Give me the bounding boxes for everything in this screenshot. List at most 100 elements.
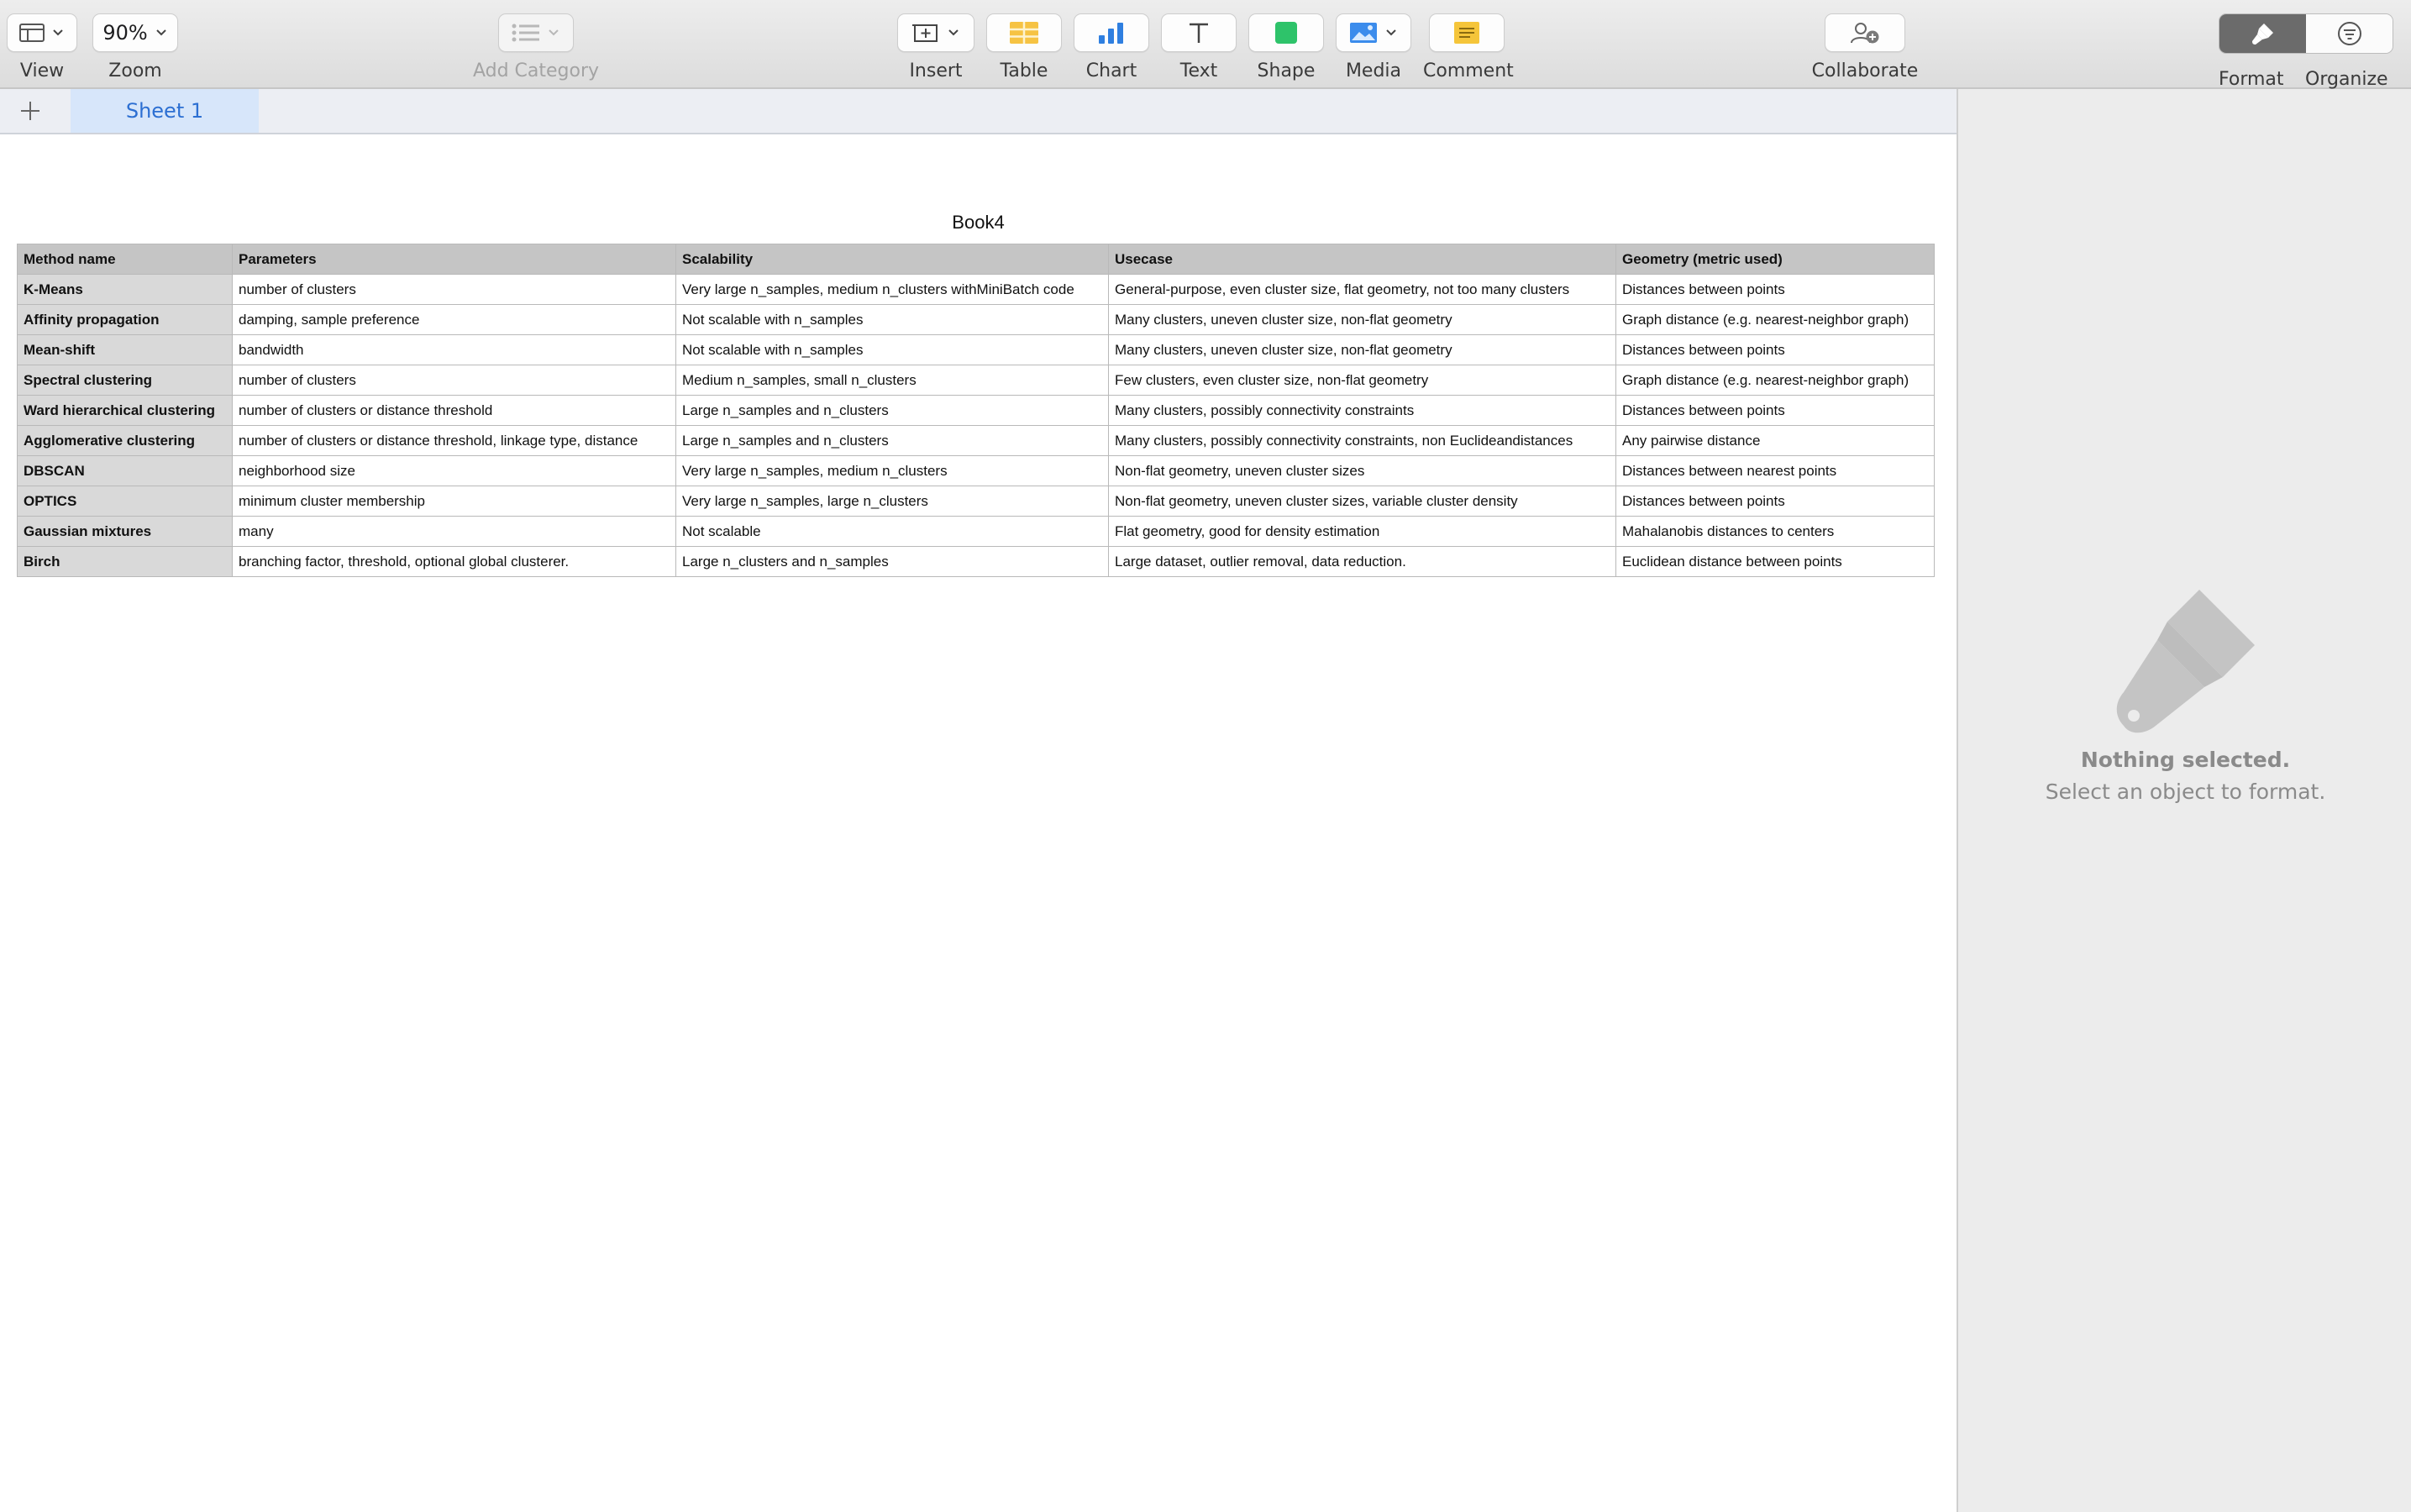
media-button[interactable] [1336,13,1411,52]
format-tab-button[interactable] [2219,14,2306,53]
table-cell[interactable]: Large n_samples and n_clusters [675,425,1109,456]
sheet-tab-bar: Sheet 1 [0,89,1957,134]
shape-control[interactable]: Shape [1248,13,1324,81]
table-cell[interactable]: many [232,516,676,547]
text-control[interactable]: Text [1161,13,1237,81]
table-row: Gaussian mixtures many Not scalable Flat… [17,516,1935,547]
chart-control[interactable]: Chart [1074,13,1149,81]
table-cell[interactable]: branching factor, threshold, optional gl… [232,546,676,577]
insert-control[interactable]: Insert [897,13,974,81]
insert-button[interactable] [897,13,974,52]
table-cell[interactable]: number of clusters [232,365,676,396]
row-header-cell[interactable]: OPTICS [17,486,233,517]
table-cell[interactable]: minimum cluster membership [232,486,676,517]
row-header-cell[interactable]: Birch [17,546,233,577]
comment-icon [1454,22,1479,44]
table-cell[interactable]: Large dataset, outlier removal, data red… [1108,546,1616,577]
table-cell[interactable]: Very large n_samples, medium n_clusters … [675,274,1109,305]
organize-label: Organize [2305,69,2388,90]
column-header[interactable]: Parameters [232,244,676,275]
table-cell[interactable]: Non-flat geometry, uneven cluster sizes [1108,455,1616,486]
table-cell[interactable]: Not scalable with n_samples [675,334,1109,365]
row-header-cell[interactable]: Affinity propagation [17,304,233,335]
view-button[interactable] [7,13,77,52]
sheet-canvas[interactable]: Book4 Method name Parameters Scalability… [0,134,1957,1512]
row-header-cell[interactable]: Ward hierarchical clustering [17,395,233,426]
table-cell[interactable]: Any pairwise distance [1615,425,1935,456]
table-cell[interactable]: Flat geometry, good for density estimati… [1108,516,1616,547]
table-cell[interactable]: Distances between points [1615,395,1935,426]
comment-button[interactable] [1429,13,1505,52]
table-cell[interactable]: neighborhood size [232,455,676,486]
chevron-down-icon [53,29,63,36]
sidebar-layout-icon [19,24,45,42]
table-cell[interactable]: Not scalable [675,516,1109,547]
column-header[interactable]: Geometry (metric used) [1615,244,1935,275]
text-button[interactable] [1161,13,1237,52]
row-header-cell[interactable]: K-Means [17,274,233,305]
row-header-cell[interactable]: Mean-shift [17,334,233,365]
table-icon [1010,22,1038,44]
table-cell[interactable]: Very large n_samples, medium n_clusters [675,455,1109,486]
media-control[interactable]: Media [1336,13,1411,81]
table-cell[interactable]: Many clusters, possibly connectivity con… [1108,425,1616,456]
row-header-cell[interactable]: DBSCAN [17,455,233,486]
zoom-control[interactable]: 90% Zoom [92,13,178,81]
add-category-control[interactable]: Add Category [472,13,600,81]
table-cell[interactable]: number of clusters or distance threshold… [232,425,676,456]
table-cell[interactable]: Distances between points [1615,486,1935,517]
table-cell[interactable]: Graph distance (e.g. nearest-neighbor gr… [1615,304,1935,335]
table-row: Ward hierarchical clustering number of c… [17,395,1935,426]
photo-icon [1350,23,1377,43]
row-header-cell[interactable]: Agglomerative clustering [17,425,233,456]
table-cell[interactable]: Very large n_samples, large n_clusters [675,486,1109,517]
comment-control[interactable]: Comment [1423,13,1514,81]
collaborate-button[interactable] [1825,13,1905,52]
table-cell[interactable]: Medium n_samples, small n_clusters [675,365,1109,396]
add-category-button[interactable] [498,13,574,52]
row-header-cell[interactable]: Spectral clustering [17,365,233,396]
zoom-button[interactable]: 90% [92,13,178,52]
table-cell[interactable]: Distances between points [1615,274,1935,305]
table-row: Spectral clustering number of clusters M… [17,365,1935,396]
column-header[interactable]: Scalability [675,244,1109,275]
table-cell[interactable]: Mahalanobis distances to centers [1615,516,1935,547]
table-cell[interactable]: Large n_samples and n_clusters [675,395,1109,426]
table-button[interactable] [986,13,1062,52]
column-header[interactable]: Method name [17,244,233,275]
filter-icon [2337,22,2361,45]
table-cell[interactable]: damping, sample preference [232,304,676,335]
column-header[interactable]: Usecase [1108,244,1616,275]
table-control[interactable]: Table [986,13,1062,81]
chevron-down-icon [549,29,559,36]
table-title[interactable]: Book4 [0,212,1957,234]
table-cell[interactable]: Many clusters, possibly connectivity con… [1108,395,1616,426]
table-cell[interactable]: Large n_clusters and n_samples [675,546,1109,577]
table-cell[interactable]: Distances between nearest points [1615,455,1935,486]
table-cell[interactable]: bandwidth [232,334,676,365]
table-cell[interactable]: Distances between points [1615,334,1935,365]
table-cell[interactable]: Many clusters, uneven cluster size, non-… [1108,304,1616,335]
table-cell[interactable]: General-purpose, even cluster size, flat… [1108,274,1616,305]
table-cell[interactable]: Euclidean distance between points [1615,546,1935,577]
data-table[interactable]: Method name Parameters Scalability Useca… [17,244,1935,577]
table-cell[interactable]: number of clusters [232,274,676,305]
zoom-label: Zoom [108,60,162,81]
table-cell[interactable]: Graph distance (e.g. nearest-neighbor gr… [1615,365,1935,396]
collaborate-control[interactable]: Collaborate [1806,13,1924,81]
chart-button[interactable] [1074,13,1149,52]
view-control[interactable]: View [7,13,77,81]
organize-tab-button[interactable] [2306,14,2393,53]
sheet-tab[interactable]: Sheet 1 [71,89,259,133]
table-row: Affinity propagation damping, sample pre… [17,304,1935,335]
nothing-selected-hint: Select an object to format. [2045,780,2326,804]
row-header-cell[interactable]: Gaussian mixtures [17,516,233,547]
plus-icon[interactable] [18,99,42,123]
table-cell[interactable]: Not scalable with n_samples [675,304,1109,335]
table-cell[interactable]: Few clusters, even cluster size, non-fla… [1108,365,1616,396]
table-cell[interactable]: number of clusters or distance threshold [232,395,676,426]
collaborate-label: Collaborate [1811,60,1919,81]
table-cell[interactable]: Many clusters, uneven cluster size, non-… [1108,334,1616,365]
shape-button[interactable] [1248,13,1324,52]
table-cell[interactable]: Non-flat geometry, uneven cluster sizes,… [1108,486,1616,517]
